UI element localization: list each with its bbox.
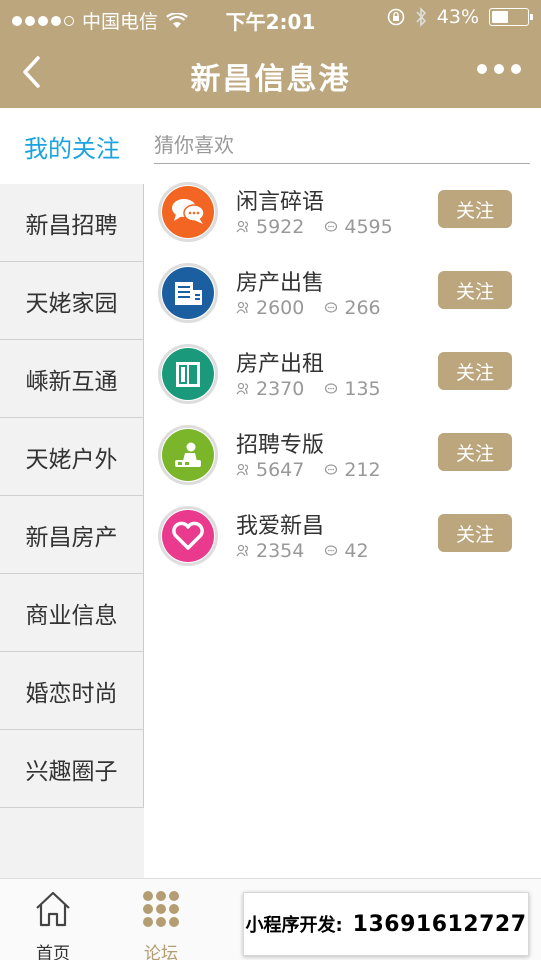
member-count: 5922 [256, 216, 305, 238]
worker-icon [162, 429, 214, 481]
board-row[interactable]: 我爱新昌 2354 42 关注 [144, 502, 541, 583]
follow-button[interactable]: 关注 [438, 352, 512, 390]
nav-bar: 新昌信息港 [0, 36, 541, 108]
more-dot-icon [477, 64, 487, 74]
members-icon [236, 463, 249, 476]
battery-icon [489, 8, 533, 26]
board-stats: 2370 135 [236, 378, 381, 400]
heart-icon [162, 510, 214, 562]
chat-bubbles-icon [162, 186, 214, 238]
sidebar-item[interactable]: 新昌招聘 [0, 184, 144, 262]
board-avatar [158, 344, 218, 404]
sidebar-item[interactable]: 婚恋时尚 [0, 652, 144, 730]
follow-button[interactable]: 关注 [438, 271, 512, 309]
sidebar-item[interactable]: 天姥户外 [0, 418, 144, 496]
board-avatar [158, 506, 218, 566]
more-dot-icon [494, 64, 504, 74]
battery-percent: 43% [436, 6, 479, 28]
sidebar-item[interactable]: 商业信息 [0, 574, 144, 652]
promo-label: 小程序开发: [245, 915, 343, 936]
comment-icon [325, 464, 338, 475]
board-stats: 5647 212 [236, 459, 381, 481]
post-count: 135 [344, 378, 381, 400]
board-name: 招聘专版 [236, 433, 325, 458]
board-avatar [158, 182, 218, 242]
tab-home[interactable]: 首页 [8, 887, 98, 960]
comment-icon [325, 383, 338, 394]
grid-dots-icon [143, 891, 179, 927]
post-count: 212 [344, 459, 381, 481]
tab-home-label: 首页 [36, 944, 70, 960]
post-count: 4595 [344, 216, 393, 238]
member-count: 5647 [256, 459, 305, 481]
follow-button[interactable]: 关注 [438, 514, 512, 552]
board-row[interactable]: 房产出租 2370 135 关注 [144, 340, 541, 421]
board-name: 闲言碎语 [236, 190, 325, 215]
status-bar: 中国电信 下午2:01 43% [0, 0, 541, 36]
board-stats: 2600 266 [236, 297, 381, 319]
page-title: 新昌信息港 [190, 62, 351, 97]
sidebar-item-my-follow[interactable]: 我的关注 [0, 108, 144, 184]
board-list: 闲言碎语 5922 4595 关注 房产出售 2600 266 关注 房产出租 … [144, 178, 541, 583]
promo-phone: 13691612727 [352, 911, 527, 937]
more-button[interactable] [477, 64, 521, 74]
category-sidebar: 我的关注 新昌招聘 天姥家园 嵊新互通 天姥户外 新昌房产 商业信息 婚恋时尚 … [0, 108, 144, 878]
home-icon [36, 891, 70, 927]
board-name: 我爱新昌 [236, 514, 325, 539]
board-stats: 5922 4595 [236, 216, 393, 238]
sidebar-item[interactable]: 天姥家园 [0, 262, 144, 340]
members-icon [236, 220, 249, 233]
board-row[interactable]: 招聘专版 5647 212 关注 [144, 421, 541, 502]
members-icon [236, 301, 249, 314]
door-icon [162, 348, 214, 400]
rotation-lock-icon [387, 8, 405, 26]
board-stats: 2354 42 [236, 540, 369, 562]
sidebar-item[interactable]: 兴趣圈子 [0, 730, 144, 808]
members-icon [236, 382, 249, 395]
board-name: 房产出售 [236, 271, 325, 296]
board-row[interactable]: 房产出售 2600 266 关注 [144, 259, 541, 340]
tab-forum-label: 论坛 [144, 944, 178, 960]
member-count: 2370 [256, 378, 305, 400]
search-box [154, 130, 530, 164]
main-content: 闲言碎语 5922 4595 关注 [144, 108, 541, 878]
follow-button[interactable]: 关注 [438, 433, 512, 471]
board-avatar [158, 263, 218, 323]
member-count: 2600 [256, 297, 305, 319]
board-name: 房产出租 [236, 352, 325, 377]
status-right: 43% [387, 6, 533, 28]
board-avatar [158, 425, 218, 485]
bluetooth-icon [416, 7, 426, 27]
promo-banner[interactable]: 小程序开发: 13691612727 [243, 892, 529, 956]
board-row[interactable]: 闲言碎语 5922 4595 关注 [144, 178, 541, 259]
more-dot-icon [511, 64, 521, 74]
post-count: 42 [344, 540, 369, 562]
follow-button[interactable]: 关注 [438, 190, 512, 228]
comment-icon [325, 545, 338, 556]
building-icon [162, 267, 214, 319]
sidebar-item[interactable]: 新昌房产 [0, 496, 144, 574]
search-input[interactable] [154, 130, 530, 160]
tab-forum[interactable]: 论坛 [116, 887, 206, 960]
comment-icon [325, 302, 338, 313]
comment-icon [325, 221, 338, 232]
members-icon [236, 544, 249, 557]
top-bar: 中国电信 下午2:01 43% 新昌信息港 [0, 0, 541, 108]
sidebar-item[interactable]: 嵊新互通 [0, 340, 144, 418]
post-count: 266 [344, 297, 381, 319]
member-count: 2354 [256, 540, 305, 562]
